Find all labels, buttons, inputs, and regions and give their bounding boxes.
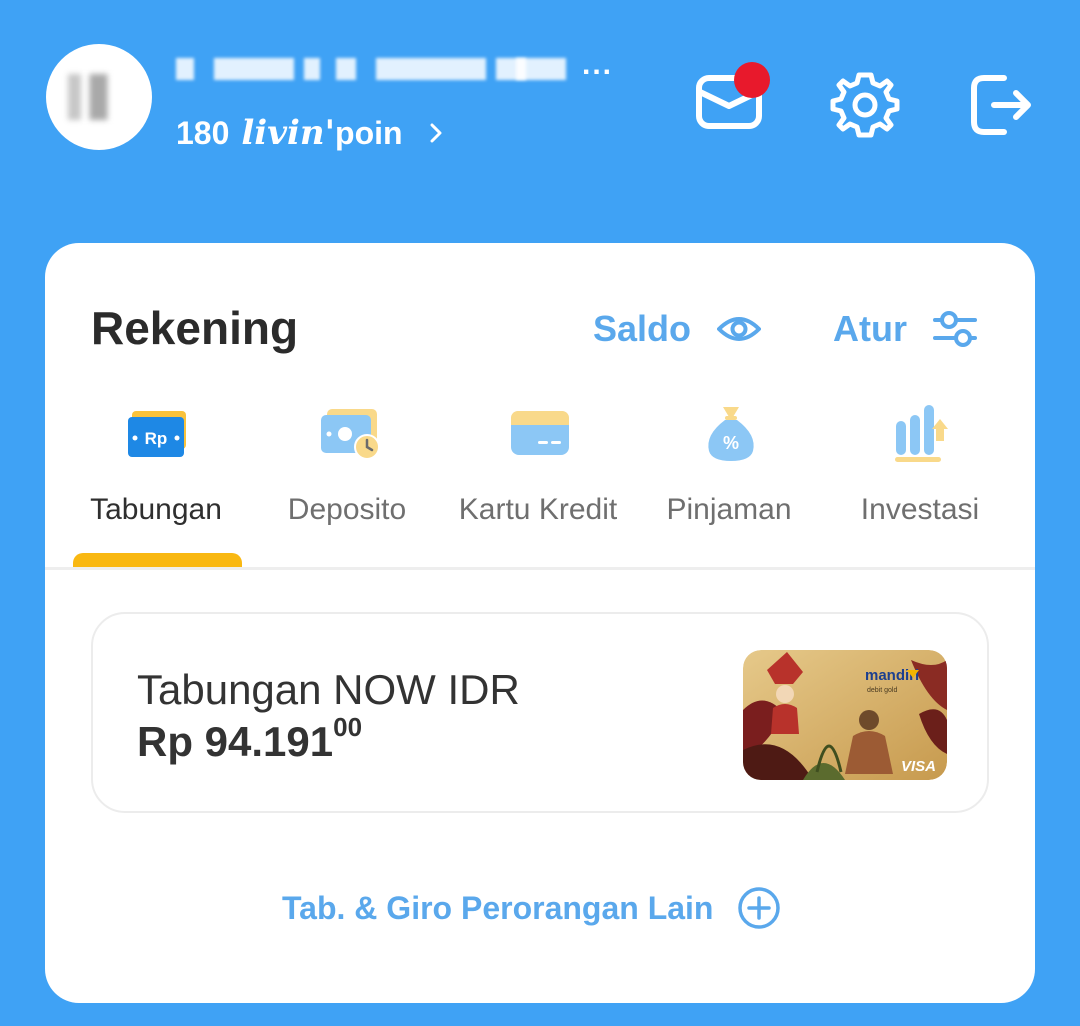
avatar-image-redacted [68, 74, 128, 120]
avatar[interactable] [46, 44, 152, 150]
poin-value: 180 [176, 114, 230, 151]
tab-investasi[interactable]: Investasi [825, 393, 1015, 568]
credit-card-icon [511, 411, 569, 455]
tab-deposito[interactable]: Deposito [252, 393, 442, 568]
account-name: Tabungan NOW IDR [137, 666, 520, 713]
balance-amount: Rp 94.191 [137, 718, 334, 765]
username-redacted[interactable]: ... [176, 48, 616, 90]
loan-bag-icon: % [708, 407, 754, 461]
active-tab-indicator [73, 553, 242, 568]
plus-circle-icon [738, 887, 781, 929]
tab-label: Deposito [287, 493, 407, 526]
tab-divider [45, 567, 1035, 570]
card-type: debit gold [867, 687, 897, 694]
saldo-label: Saldo [593, 308, 692, 349]
svg-text:%: % [723, 433, 739, 453]
tab-pinjaman[interactable]: % Pinjaman [634, 393, 824, 568]
account-balance: Rp 94.19100 [137, 712, 362, 766]
atur-button[interactable]: Atur [833, 305, 977, 353]
gear-icon[interactable] [830, 70, 900, 140]
account-tabs: Rp Tabungan Deposito Kartu Kredit % Pinj… [45, 393, 1035, 568]
sliders-icon [933, 311, 977, 347]
card-brand: mandiri [865, 667, 919, 684]
tab-label: Tabungan [90, 493, 222, 526]
tab-label: Kartu Kredit [458, 493, 618, 526]
poin-suffix: poin [335, 114, 403, 151]
deposit-icon [321, 409, 380, 460]
account-item[interactable]: Tabungan NOW IDR Rp 94.19100 mandiri deb… [91, 612, 989, 813]
poin-brand: livin' [241, 113, 336, 153]
other-accounts-label: Tab. & Giro Perorangan Lain [282, 889, 714, 926]
debit-card-image: mandiri debit gold VISA [743, 650, 947, 780]
tab-tabungan[interactable]: Rp Tabungan [61, 393, 251, 568]
investment-chart-icon [895, 405, 948, 462]
savings-rp-icon: Rp [128, 411, 186, 457]
logout-icon[interactable] [966, 70, 1036, 140]
section-title: Rekening [91, 302, 299, 354]
username-more: ... [582, 48, 614, 81]
balance-decimal: 00 [333, 712, 363, 742]
atur-label: Atur [833, 308, 907, 349]
card-network: VISA [901, 758, 936, 775]
chevron-right-icon [430, 123, 442, 143]
notification-dot [734, 62, 770, 98]
livin-poin-link[interactable]: 180 livin' poin [176, 108, 447, 158]
saldo-toggle-button[interactable]: Saldo [593, 305, 762, 353]
rekening-card: Rekening Saldo Atur Rp Tabungan Deposito… [45, 243, 1035, 1003]
tab-label: Pinjaman [666, 493, 792, 526]
add-other-accounts-button[interactable]: Tab. & Giro Perorangan Lain [282, 883, 781, 933]
eye-icon [717, 317, 762, 341]
tab-label: Investasi [860, 493, 980, 526]
svg-text:Rp: Rp [145, 429, 168, 448]
tab-kartu-kredit[interactable]: Kartu Kredit [443, 393, 633, 568]
